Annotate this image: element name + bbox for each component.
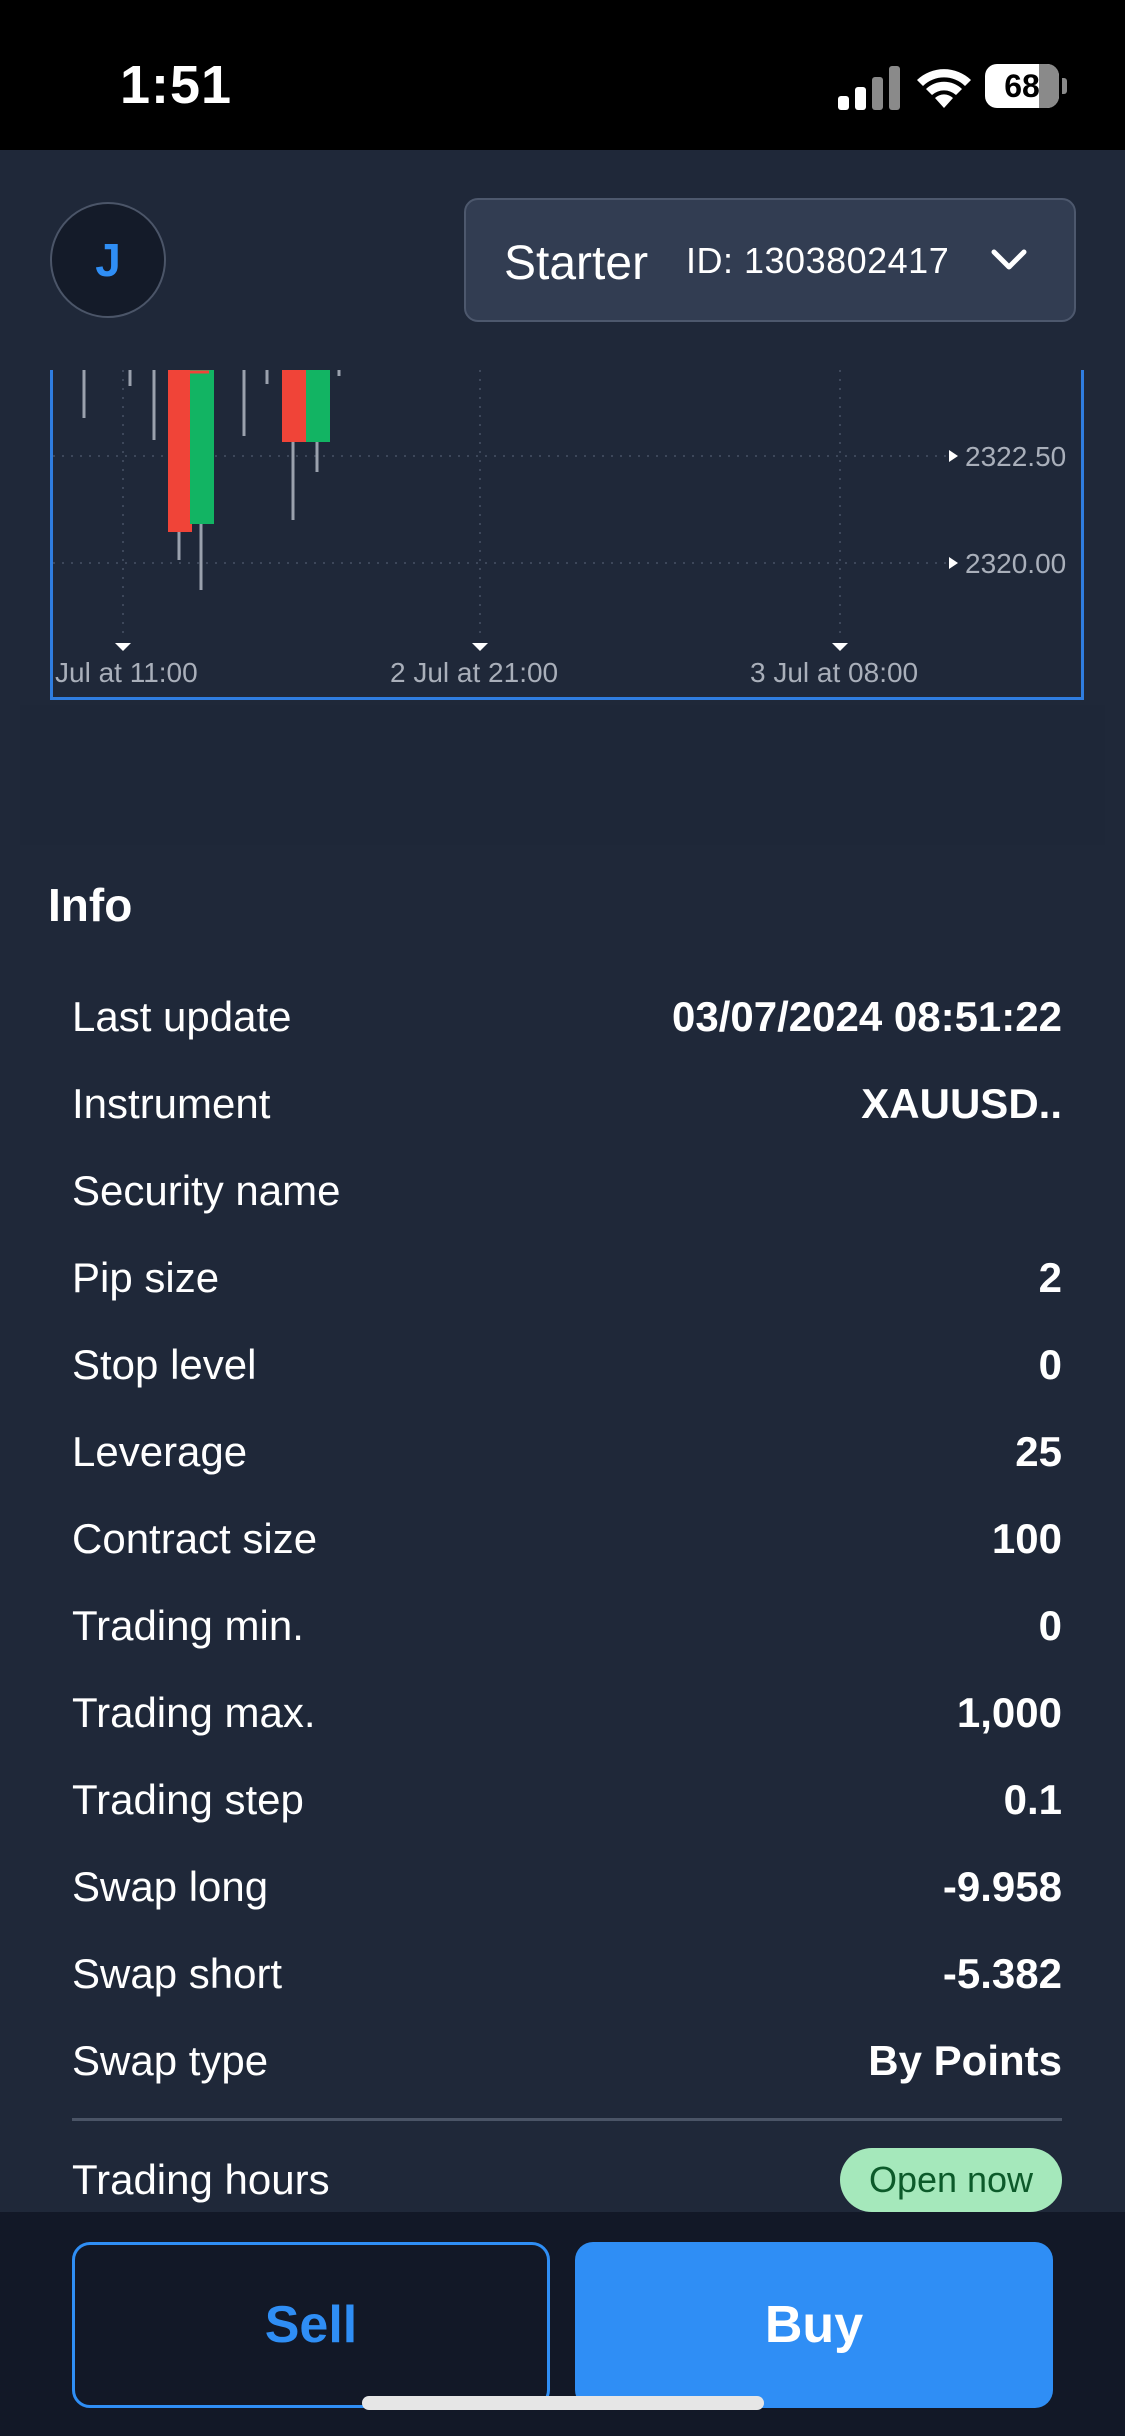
status-time: 1:51: [120, 55, 233, 115]
info-row-instrument: Instrument XAUUSD..: [72, 1062, 1062, 1149]
x-tick-label: Jul at 11:00: [55, 657, 198, 688]
home-indicator: [362, 2396, 764, 2410]
cellular-signal-icon: [838, 66, 900, 110]
app-header: J Starter ID: 1303802417: [0, 150, 1125, 370]
info-row-trading-min: Trading min. 0: [72, 1584, 1062, 1671]
account-name: Starter: [504, 237, 649, 290]
chevron-down-icon: [991, 249, 1027, 270]
info-row-contract-size: Contract size 100: [72, 1497, 1062, 1584]
info-value: -9.958: [942, 1863, 1062, 1910]
candle-up: [190, 370, 214, 524]
info-label: Trading step: [72, 1776, 304, 1823]
user-avatar[interactable]: J: [50, 202, 166, 318]
screen: 1:51 68 J Starter ID: 1303802417 2322.50…: [0, 0, 1125, 2436]
account-selector[interactable]: Starter ID: 1303802417: [464, 198, 1076, 322]
x-tick-label: 2 Jul at 21:00: [390, 657, 558, 688]
info-row-swap-short: Swap short -5.382: [72, 1932, 1062, 2019]
info-row-security-name: Security name: [72, 1149, 1062, 1236]
chart-footer-area: [20, 705, 1105, 845]
info-label: Instrument: [72, 1080, 271, 1127]
info-row-trading-max: Trading max. 1,000: [72, 1671, 1062, 1758]
x-tick-label: 3 Jul at 08:00: [750, 657, 918, 688]
info-list: Last update 03/07/2024 08:51:22 Instrume…: [72, 975, 1062, 2106]
open-now-badge: Open now: [840, 2148, 1062, 2212]
info-row-trading-step: Trading step 0.1: [72, 1758, 1062, 1845]
buy-button[interactable]: Buy: [575, 2242, 1053, 2408]
candle-up: [306, 370, 330, 442]
trading-hours-label[interactable]: Trading hours: [72, 2156, 330, 2204]
y-tick-label: 2320.00: [965, 548, 1066, 579]
info-value: 0: [1038, 1341, 1062, 1388]
info-row-leverage: Leverage 25: [72, 1410, 1062, 1497]
account-id: ID: 1303802417: [686, 240, 950, 281]
info-value: 100: [991, 1515, 1062, 1562]
x-tick-marker: [832, 643, 848, 651]
status-bar: 1:51 68: [0, 0, 1125, 150]
info-value: XAUUSD..: [861, 1080, 1062, 1127]
wifi-icon: [917, 69, 971, 108]
info-value: 2: [1038, 1254, 1062, 1301]
candle-down: [282, 370, 306, 442]
price-chart[interactable]: 2322.50 2320.00 Jul at 11:00 2 Jul at 21…: [50, 370, 1084, 700]
info-label: Contract size: [72, 1515, 318, 1562]
y-tick-label: 2322.50: [965, 441, 1066, 472]
info-label: Pip size: [72, 1254, 220, 1301]
info-row-last-update: Last update 03/07/2024 08:51:22: [72, 975, 1062, 1062]
sell-button[interactable]: Sell: [72, 2242, 550, 2408]
info-label: Swap long: [72, 1863, 269, 1910]
info-value: 0: [1038, 1602, 1062, 1649]
y-tick-marker: [949, 557, 958, 569]
x-tick-marker: [472, 643, 488, 651]
info-label: Last update: [72, 993, 292, 1040]
chart-svg: 2322.50 2320.00 Jul at 11:00 2 Jul at 21…: [53, 370, 1066, 688]
info-label: Trading max.: [72, 1689, 316, 1736]
battery-level: 68: [1004, 67, 1040, 104]
x-tick-marker: [115, 643, 131, 651]
divider: [72, 2118, 1062, 2121]
info-title: Info: [48, 879, 133, 931]
info-value: 0.1: [1003, 1776, 1062, 1823]
info-value: 25: [1015, 1428, 1062, 1475]
info-value: By Points: [868, 2037, 1062, 2084]
info-label: Security name: [72, 1167, 341, 1214]
info-row-swap-long: Swap long -9.958: [72, 1845, 1062, 1932]
info-value: 03/07/2024 08:51:22: [672, 993, 1062, 1040]
info-row-stop-level: Stop level 0: [72, 1323, 1062, 1410]
candle-down: [168, 370, 192, 532]
info-label: Swap type: [72, 2037, 269, 2084]
info-label: Trading min.: [72, 1602, 304, 1649]
info-label: Stop level: [72, 1341, 257, 1388]
info-row-pip-size: Pip size 2: [72, 1236, 1062, 1323]
info-value: -5.382: [942, 1950, 1062, 1997]
battery-icon: 68: [985, 64, 1067, 108]
info-row-swap-type: Swap type By Points: [72, 2019, 1062, 2106]
info-value: 1,000: [956, 1689, 1062, 1736]
info-label: Swap short: [72, 1950, 283, 1997]
info-label: Leverage: [72, 1428, 248, 1475]
y-tick-marker: [949, 450, 958, 462]
